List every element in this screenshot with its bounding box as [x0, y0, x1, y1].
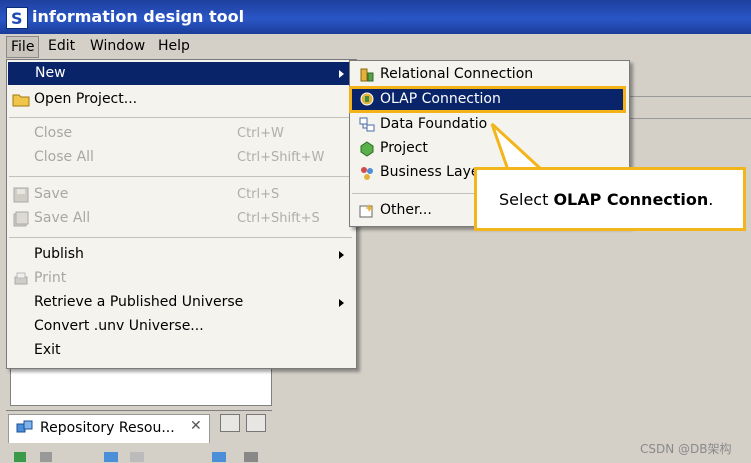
menu-window[interactable]: Window — [86, 38, 149, 54]
instruction-callout: Select OLAP Connection. — [474, 167, 746, 231]
shortcut-save-all: Ctrl+Shift+S — [237, 211, 320, 226]
repository-toolbar — [14, 452, 258, 462]
menu-item-retrieve-universe[interactable]: Retrieve a Published Universe — [34, 294, 243, 310]
relational-connection-icon — [360, 68, 374, 82]
divider — [626, 96, 751, 97]
submenu-item-olap-connection[interactable]: OLAP Connection — [349, 86, 626, 113]
submenu-arrow-icon — [339, 299, 344, 307]
file-menu: New Open Project... Close Ctrl+W Close A… — [6, 59, 357, 369]
submenu-arrow-icon — [339, 251, 344, 259]
olap-connection-icon — [360, 92, 374, 106]
menu-item-convert-unv[interactable]: Convert .unv Universe... — [34, 318, 204, 334]
callout-text: Select OLAP Connection. — [499, 190, 714, 209]
menu-item-publish[interactable]: Publish — [34, 246, 84, 262]
app-icon: S — [6, 7, 28, 29]
save-icon — [13, 187, 29, 203]
window-title: information design tool — [32, 7, 245, 26]
shortcut-close-all: Ctrl+Shift+W — [237, 150, 325, 165]
other-wizard-icon — [359, 204, 374, 218]
menu-item-close[interactable]: Close — [34, 125, 72, 141]
shortcut-save: Ctrl+S — [237, 187, 280, 202]
menu-item-new-label: New — [35, 65, 66, 81]
data-foundation-icon — [359, 117, 375, 132]
save-all-icon — [13, 211, 29, 227]
menu-item-save-all[interactable]: Save All — [34, 210, 90, 226]
menu-help[interactable]: Help — [154, 38, 194, 54]
submenu-item-other[interactable]: Other... — [380, 202, 432, 218]
submenu-item-project[interactable]: Project — [380, 140, 428, 156]
shortcut-close: Ctrl+W — [237, 126, 284, 141]
folder-icon — [12, 94, 30, 107]
callout-pointer — [490, 122, 546, 172]
divider — [626, 118, 751, 119]
menu-item-print[interactable]: Print — [34, 270, 66, 286]
editor-area — [626, 96, 751, 462]
menu-separator — [9, 176, 352, 177]
submenu-item-data-foundation[interactable]: Data Foundatio — [380, 116, 487, 132]
submenu-item-business-layer[interactable]: Business Laye — [380, 164, 479, 180]
menu-edit[interactable]: Edit — [44, 38, 79, 54]
menu-item-save[interactable]: Save — [34, 186, 68, 202]
maximize-button[interactable] — [246, 414, 266, 432]
menu-item-new[interactable]: New — [8, 62, 354, 85]
menu-file[interactable]: File — [6, 36, 40, 58]
minimize-button[interactable] — [220, 414, 240, 432]
menu-item-close-all[interactable]: Close All — [34, 149, 94, 165]
repository-tab-label: Repository Resou... — [40, 420, 175, 436]
business-layer-icon — [361, 167, 373, 180]
submenu-arrow-icon — [339, 70, 344, 78]
watermark: CSDN @DB架构 — [640, 442, 732, 456]
menu-separator — [9, 237, 352, 238]
project-icon — [360, 141, 374, 157]
menu-item-open-project[interactable]: Open Project... — [34, 91, 137, 107]
menu-bar: File Edit Window Help — [0, 34, 751, 59]
menu-item-exit[interactable]: Exit — [34, 342, 61, 358]
close-icon[interactable]: ✕ — [190, 418, 202, 434]
menu-separator — [9, 117, 352, 118]
olap-connection-label: OLAP Connection — [380, 91, 501, 107]
repository-icon — [16, 420, 33, 433]
submenu-item-relational-connection[interactable]: Relational Connection — [380, 66, 533, 82]
print-icon — [14, 272, 28, 285]
